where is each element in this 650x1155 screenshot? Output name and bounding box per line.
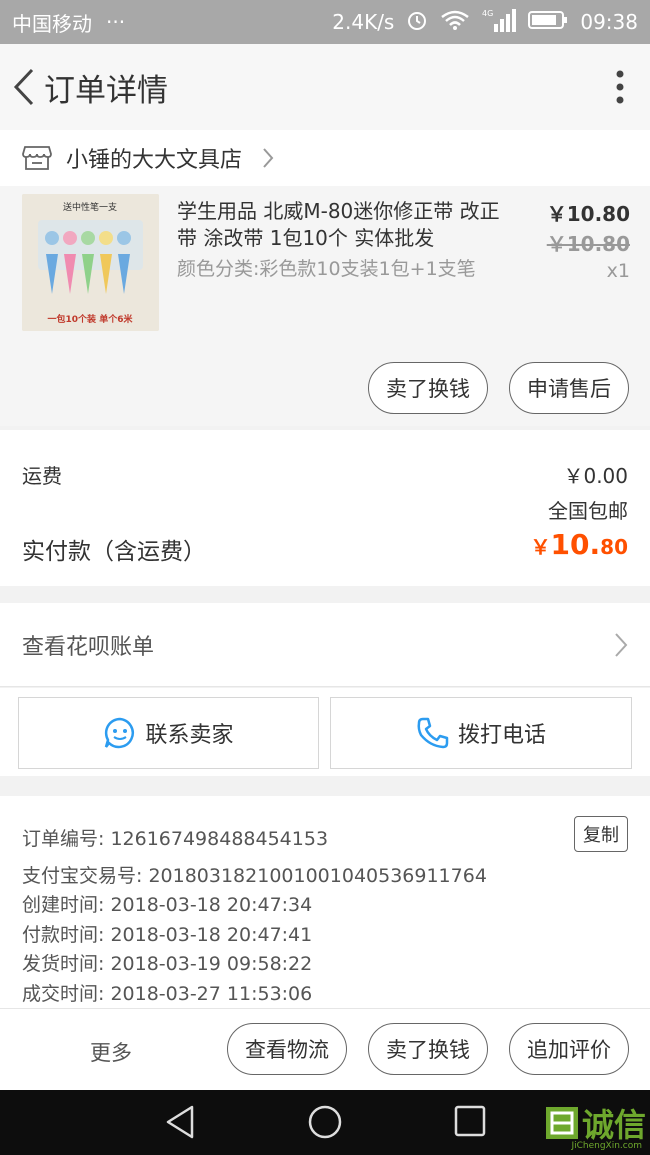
- product-spec: 颜色分类:彩色款10支装1包+1支笔: [177, 258, 476, 280]
- chevron-left-icon: [13, 68, 34, 106]
- image-text-top: 送中性笔一支: [63, 201, 117, 213]
- total-label: 实付款（含运费）: [22, 539, 206, 565]
- header-bar: 订单详情: [0, 44, 650, 130]
- network-type: 4G: [482, 9, 493, 18]
- contact-seller-button[interactable]: 联系卖家: [18, 697, 319, 769]
- watermark-logo: 诚信: [544, 1100, 646, 1146]
- original-price: ￥10.80: [546, 232, 630, 256]
- battery-icon: [528, 10, 568, 35]
- status-bar: 中国移动 ··· 2.4K/s 4G 09:38: [0, 0, 650, 44]
- shipping-value: ￥0.00: [563, 464, 628, 488]
- sell-button[interactable]: 卖了换钱: [368, 362, 488, 414]
- contact-seller-label: 联系卖家: [145, 723, 234, 748]
- network-speed: 2.4K/s: [332, 10, 395, 34]
- back-button[interactable]: [4, 44, 44, 130]
- image-text-bottom: 一包10个装 单个6米: [48, 313, 134, 325]
- contact-section: 联系卖家 拨打电话: [0, 688, 650, 776]
- clock-time: 09:38: [580, 10, 638, 34]
- more-vertical-icon: [616, 70, 624, 104]
- total-integer: 10.: [550, 528, 601, 561]
- huabei-bill-row[interactable]: 查看花呗账单: [0, 603, 650, 687]
- phone-icon: [417, 717, 449, 749]
- shipping-note: 全国包邮: [548, 499, 628, 523]
- watermark-subtext: JiChengXin.com: [571, 1141, 642, 1151]
- triangle-back-icon: [166, 1105, 194, 1139]
- alipay-trade-number: 支付宝交易号: 2018031821001001040536911764: [22, 865, 487, 887]
- signal-icon: 4G: [482, 8, 517, 37]
- system-home-button[interactable]: [307, 1104, 343, 1144]
- total-currency: ￥: [530, 535, 551, 559]
- completed-time: 成交时间: 2018-03-27 11:53:06: [22, 983, 313, 1005]
- huabei-label: 查看花呗账单: [22, 634, 155, 660]
- product-quantity: x1: [606, 260, 630, 282]
- wifi-icon: [440, 9, 470, 36]
- more-button[interactable]: 更多: [90, 1037, 132, 1067]
- paid-time: 付款时间: 2018-03-18 20:47:41: [22, 924, 313, 946]
- product-card[interactable]: 送中性笔一支 一包10个装 单个6米 学生用品 北威M-80迷你修正带 改正带 …: [0, 186, 650, 426]
- product-title: 学生用品 北威M-80迷你修正带 改正带 涂改带 1包10个 实体批发: [177, 199, 500, 250]
- total-amount: ￥10.80: [531, 528, 628, 561]
- call-phone-label: 拨打电话: [457, 723, 546, 748]
- add-review-button[interactable]: 追加评价: [509, 1023, 629, 1075]
- after-sale-button[interactable]: 申请售后: [509, 362, 629, 414]
- order-number: 订单编号: 126167498488454153: [22, 828, 329, 850]
- product-image[interactable]: 送中性笔一支 一包10个装 单个6米: [22, 194, 159, 331]
- bottom-action-bar: 更多 查看物流 卖了换钱 追加评价: [0, 1008, 650, 1090]
- copy-button[interactable]: 复制: [574, 816, 628, 852]
- alarm-icon: [406, 9, 428, 36]
- page-title: 订单详情: [44, 72, 168, 109]
- watermark-mark-icon: [545, 1107, 578, 1139]
- shipping-label: 运费: [22, 464, 62, 488]
- shipped-time: 发货时间: 2018-03-19 09:58:22: [22, 953, 313, 975]
- product-price: ￥10.80: [546, 202, 630, 226]
- shop-name: 小锤的大大文具店: [66, 148, 243, 173]
- system-back-button[interactable]: [164, 1104, 196, 1144]
- fee-section: 运费 ￥0.00 全国包邮 实付款（含运费） ￥10.80: [0, 430, 650, 586]
- status-dots: ···: [106, 10, 126, 34]
- chevron-right-icon: [263, 148, 274, 168]
- call-phone-button[interactable]: 拨打电话: [330, 697, 632, 769]
- system-recents-button[interactable]: [454, 1104, 486, 1142]
- shop-row[interactable]: 小锤的大大文具店: [0, 130, 650, 186]
- order-info-section: 订单编号: 126167498488454153 支付宝交易号: 2018031…: [0, 796, 650, 1008]
- total-decimal: 80: [600, 535, 628, 559]
- more-menu-button[interactable]: [590, 44, 650, 130]
- view-logistics-button[interactable]: 查看物流: [227, 1023, 347, 1075]
- circle-home-icon: [308, 1105, 342, 1139]
- created-time: 创建时间: 2018-03-18 20:47:34: [22, 894, 313, 916]
- watermark-text: 诚信: [581, 1106, 646, 1144]
- store-icon: [22, 146, 52, 170]
- carrier-label: 中国移动: [12, 11, 92, 36]
- square-recents-icon: [454, 1105, 486, 1137]
- chat-bubble-icon: [105, 717, 135, 749]
- chevron-right-icon: [615, 632, 628, 657]
- sell-again-button[interactable]: 卖了换钱: [368, 1023, 488, 1075]
